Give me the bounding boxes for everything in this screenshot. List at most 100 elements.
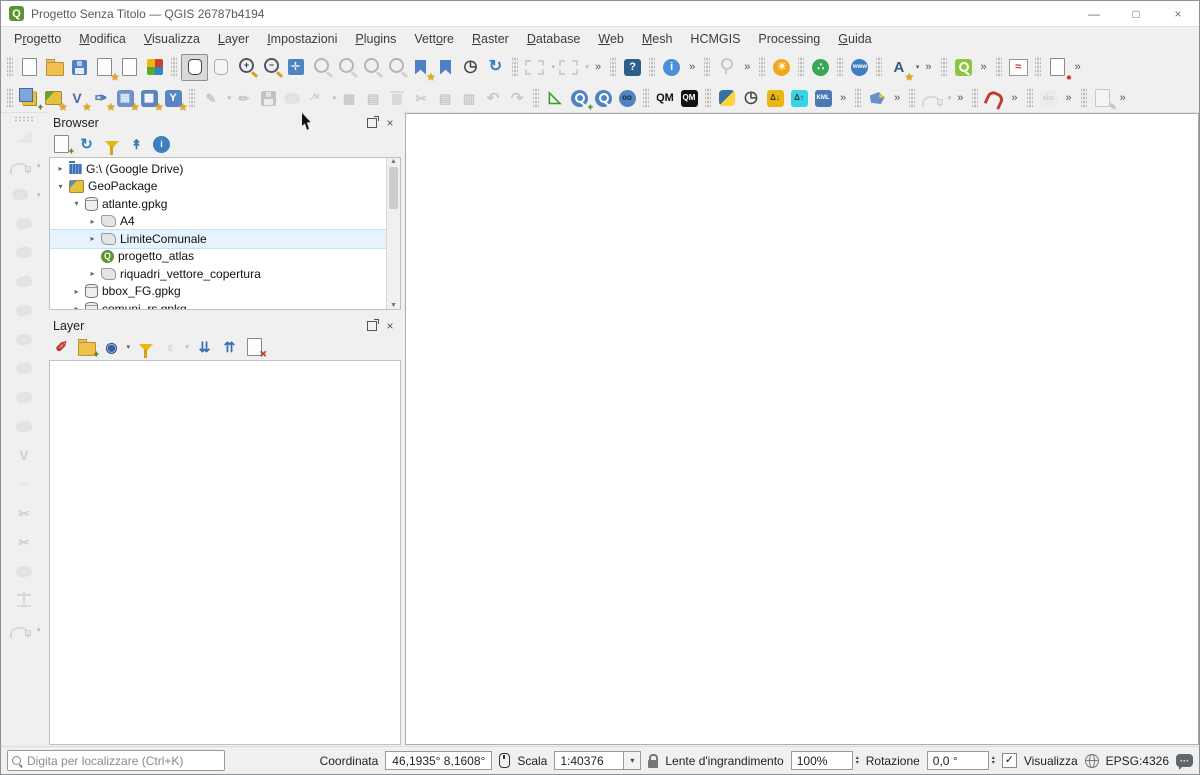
coord-convert-button[interactable]: Δ↑ <box>787 87 811 110</box>
chevron-down-icon[interactable]: ▾ <box>227 94 231 102</box>
delete-part-button[interactable] <box>11 385 37 410</box>
save-edits-button[interactable] <box>256 87 280 110</box>
chevron-down-icon[interactable]: ▾ <box>948 94 952 102</box>
collapse-all-layers-button[interactable]: ⇈ <box>219 337 240 357</box>
globe-zoom-button[interactable] <box>591 87 615 110</box>
remove-layer-button[interactable]: ✕ <box>244 337 267 359</box>
add-raster-layer-button[interactable]: ▦ ★ <box>137 87 163 111</box>
chevron-down-icon[interactable]: ▾ <box>37 191 41 199</box>
sun-calc-button[interactable]: ☀ <box>769 55 794 80</box>
refresh-map-button[interactable]: ↻ <box>483 55 508 80</box>
collapse-all-button[interactable]: ↟ <box>126 134 147 154</box>
add-group-button[interactable]: + <box>76 337 99 359</box>
merge-attributes-button[interactable] <box>11 559 37 584</box>
add-part-button[interactable] <box>11 298 37 323</box>
filter-expression-button[interactable]: ε ▾ <box>160 337 189 357</box>
menu-item[interactable]: Mesh <box>633 30 682 48</box>
spinner-arrows-icon[interactable] <box>992 756 995 766</box>
undo-button[interactable]: ↶ <box>481 87 505 110</box>
osm-place-search-button[interactable] <box>951 55 976 80</box>
add-mesh-layer-button[interactable]: ✑ ★ <box>89 87 115 112</box>
menu-item[interactable]: Raster <box>463 30 518 48</box>
chevron-down-icon[interactable]: ▾ <box>551 63 555 71</box>
split-parts-button[interactable]: ✂ <box>11 501 37 526</box>
open-project-button[interactable] <box>42 55 67 80</box>
help-button[interactable]: ? <box>620 55 645 80</box>
simplify-feature-button[interactable] <box>11 240 37 265</box>
rotation-input[interactable]: 0,0 ° <box>926 751 989 770</box>
fill-ring-button[interactable] <box>11 327 37 352</box>
menu-item[interactable]: Processing <box>749 30 829 48</box>
deselect-features-button[interactable]: ▾ <box>556 55 589 80</box>
chevron-down-icon[interactable]: ▾ <box>916 63 920 71</box>
trim-extend-button[interactable] <box>11 588 37 613</box>
filter-legend-button[interactable] <box>135 337 156 358</box>
crs-globe-icon[interactable] <box>1084 753 1099 768</box>
menu-item[interactable]: Database <box>518 30 590 48</box>
pan-map-button[interactable] <box>181 53 208 81</box>
browser-float-button[interactable] <box>365 115 379 129</box>
tree-item[interactable]: ▸ comuni_rs.gpkg <box>50 300 386 309</box>
extents-toggle-icon[interactable] <box>499 753 511 768</box>
add-wfs-layer-button[interactable]: Y ★ <box>161 87 187 111</box>
pan-to-selection-button[interactable] <box>208 55 233 80</box>
menu-item[interactable]: Modifica <box>70 30 135 48</box>
field-calculator-button[interactable]: ⁄× ▾ <box>304 87 336 110</box>
tree-item[interactable]: ▸ riquadri_vettore_copertura <box>50 265 386 283</box>
tree-item[interactable]: ▾ GeoPackage <box>50 178 386 196</box>
temporal-controller-button[interactable]: ◷ <box>458 55 483 80</box>
tree-item[interactable]: ▸ A4 <box>50 213 386 231</box>
overflow-chevron[interactable]: » <box>595 61 601 73</box>
chevron-down-icon[interactable]: ▾ <box>126 343 130 351</box>
multiedit-attributes-button[interactable]: ▦ <box>337 87 361 110</box>
tree-item[interactable]: progetto_atlas <box>50 248 386 266</box>
scale-dropdown-button[interactable] <box>624 751 642 770</box>
overflow-chevron[interactable]: » <box>894 92 900 104</box>
expander-icon[interactable]: ▸ <box>88 269 97 278</box>
scrollbar-thumb[interactable] <box>389 167 398 209</box>
messages-button[interactable] <box>1176 754 1193 770</box>
menu-item[interactable]: Layer <box>209 30 258 48</box>
expander-icon[interactable]: ▸ <box>72 304 81 309</box>
coordinate-input[interactable]: 46,1935° 8,1608° <box>385 751 493 770</box>
chevron-down-icon[interactable]: ▾ <box>185 343 189 351</box>
add-selected-layers-button[interactable]: + <box>51 134 74 156</box>
expand-all-button[interactable]: ⇊ <box>194 337 215 357</box>
filter-browser-button[interactable] <box>101 134 122 155</box>
cut-features-button[interactable]: ✂ <box>409 87 433 110</box>
lat-lon-copy-button[interactable]: ● <box>1045 55 1072 81</box>
manage-map-themes-button[interactable]: ◉ ▾ <box>101 337 130 357</box>
layer-float-button[interactable] <box>365 318 379 332</box>
layer-close-button[interactable] <box>383 320 397 332</box>
menu-item[interactable]: Progetto <box>5 30 70 48</box>
copy-style-button[interactable] <box>280 87 304 110</box>
scroll-down-icon[interactable]: ▼ <box>390 302 397 309</box>
delete-ring-button[interactable] <box>11 356 37 381</box>
overflow-chevron[interactable]: » <box>840 92 846 104</box>
profile-tool-button[interactable]: ≈ <box>1006 55 1031 80</box>
overflow-chevron[interactable]: » <box>957 92 963 104</box>
add-ring-button[interactable] <box>11 269 37 294</box>
scroll-up-icon[interactable]: ▲ <box>390 158 397 165</box>
split-features-button[interactable]: ▫▫ <box>11 472 37 497</box>
zoom-to-native-button[interactable]: + <box>567 87 593 111</box>
abc-label-button[interactable]: abc <box>1037 87 1061 110</box>
tree-item[interactable]: ▸ LimiteComunale <box>50 229 387 249</box>
tree-item[interactable]: ▾ atlante.gpkg <box>50 195 386 213</box>
menu-item[interactable]: Guida <box>829 30 880 48</box>
copy-features-button[interactable]: ▤ <box>433 87 457 110</box>
topology-checker-button[interactable] <box>865 87 889 110</box>
python-console-button[interactable] <box>715 87 739 110</box>
circular-string-button[interactable]: ▾ <box>7 153 41 178</box>
add-delimited-text-button[interactable]: ▦ ★ <box>113 87 139 111</box>
chevron-down-icon[interactable]: ▾ <box>37 626 41 634</box>
measure-button[interactable]: ◺ <box>543 87 567 110</box>
chevron-down-icon[interactable]: ▾ <box>585 63 589 71</box>
locator-input[interactable] <box>25 752 220 769</box>
menu-item[interactable]: Plugins <box>346 30 405 48</box>
crs-label[interactable]: EPSG:4326 <box>1106 754 1169 768</box>
show-bookmarks-button[interactable] <box>433 55 458 80</box>
toggle-editing-button[interactable]: ✎ ▾ <box>199 87 231 110</box>
render-checkbox[interactable] <box>1001 753 1017 768</box>
close-button[interactable]: × <box>1157 1 1199 26</box>
